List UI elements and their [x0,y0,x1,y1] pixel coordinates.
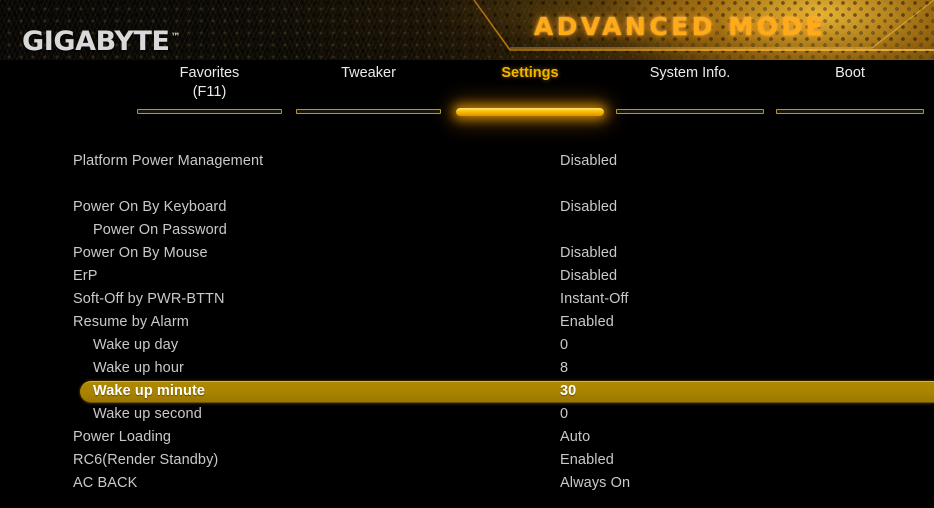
setting-row[interactable]: Power Loading Auto [0,427,934,449]
setting-value[interactable]: 8 [560,360,568,376]
setting-value[interactable]: Always On [560,475,630,491]
setting-label: Power Loading [73,429,172,445]
gigabyte-logo: GIGABYTE™ [22,26,181,57]
trademark-symbol: ™ [170,32,181,43]
setting-row[interactable]: Power On By Keyboard Disabled [0,197,934,219]
advanced-mode-title: ADVANCED MODE [533,12,827,41]
setting-value[interactable]: 0 [560,337,568,353]
setting-row[interactable]: AC BACK Always On [0,473,934,495]
tab-underline [616,109,764,114]
setting-row[interactable]: Wake up minute 30 [0,381,934,403]
setting-label: Platform Power Management [73,153,264,169]
setting-row[interactable]: Soft-Off by PWR-BTTN Instant-Off [0,289,934,311]
setting-value[interactable]: Disabled [560,199,617,215]
bios-screen: GIGABYTE™ ADVANCED MODE Favorites (F11) T… [0,0,934,508]
setting-row[interactable]: Resume by Alarm Enabled [0,312,934,334]
tab-tweaker[interactable]: Tweaker [296,60,441,118]
setting-value[interactable]: 0 [560,406,568,422]
setting-label: Power On By Keyboard [73,199,227,215]
tab-label: Settings [501,65,559,81]
tab-label: System Info. [649,65,731,81]
setting-row[interactable]: Wake up second 0 [0,404,934,426]
tab-label: Favorites (F11) [179,65,240,100]
setting-value[interactable]: Auto [560,429,590,445]
tab-underline [456,108,604,116]
settings-list: Platform Power Management Disabled Power O… [0,120,934,508]
setting-value[interactable]: 30 [560,383,576,399]
setting-row[interactable]: ErP Disabled [0,266,934,288]
tab-label: Tweaker [341,65,396,81]
setting-label: Wake up hour [93,360,184,376]
setting-label: Power On Password [93,222,227,238]
setting-row[interactable]: Wake up hour 8 [0,358,934,380]
setting-row[interactable]: Power On By Mouse Disabled [0,243,934,265]
row-highlight [80,381,934,403]
tab-settings[interactable]: Settings [456,60,604,118]
tab-underline [776,109,924,114]
setting-row[interactable]: Power On Password [0,220,934,242]
setting-row[interactable]: Wake up day 0 [0,335,934,357]
setting-value[interactable]: Enabled [560,314,614,330]
setting-row[interactable]: RC6(Render Standby) Enabled [0,450,934,472]
tab-system-info[interactable]: System Info. [616,60,764,118]
setting-label: Wake up second [93,406,202,422]
setting-label: Soft-Off by PWR-BTTN [73,291,225,307]
setting-label: AC BACK [73,475,138,491]
tab-underline [137,109,282,114]
header-banner: GIGABYTE™ ADVANCED MODE [0,0,934,60]
setting-label: Resume by Alarm [73,314,189,330]
setting-label: Power On By Mouse [73,245,208,261]
tab-boot[interactable]: Boot [776,60,924,118]
setting-row[interactable]: Platform Power Management Disabled [0,151,934,173]
tab-favorites[interactable]: Favorites (F11) [137,60,282,118]
tab-underline [296,109,441,114]
gigabyte-logo-text: GIGABYTE [22,26,170,57]
setting-value[interactable]: Disabled [560,153,617,169]
setting-value[interactable]: Disabled [560,268,617,284]
tab-label: Boot [835,65,865,81]
setting-label: Wake up day [93,337,179,353]
setting-value[interactable]: Enabled [560,452,614,468]
setting-value[interactable]: Instant-Off [560,291,629,307]
setting-label: Wake up minute [93,383,206,399]
setting-label: RC6(Render Standby) [73,452,219,468]
tab-bar: Favorites (F11) Tweaker Settings System Inf… [0,60,934,120]
setting-label: ErP [73,268,98,284]
setting-value[interactable]: Disabled [560,245,617,261]
